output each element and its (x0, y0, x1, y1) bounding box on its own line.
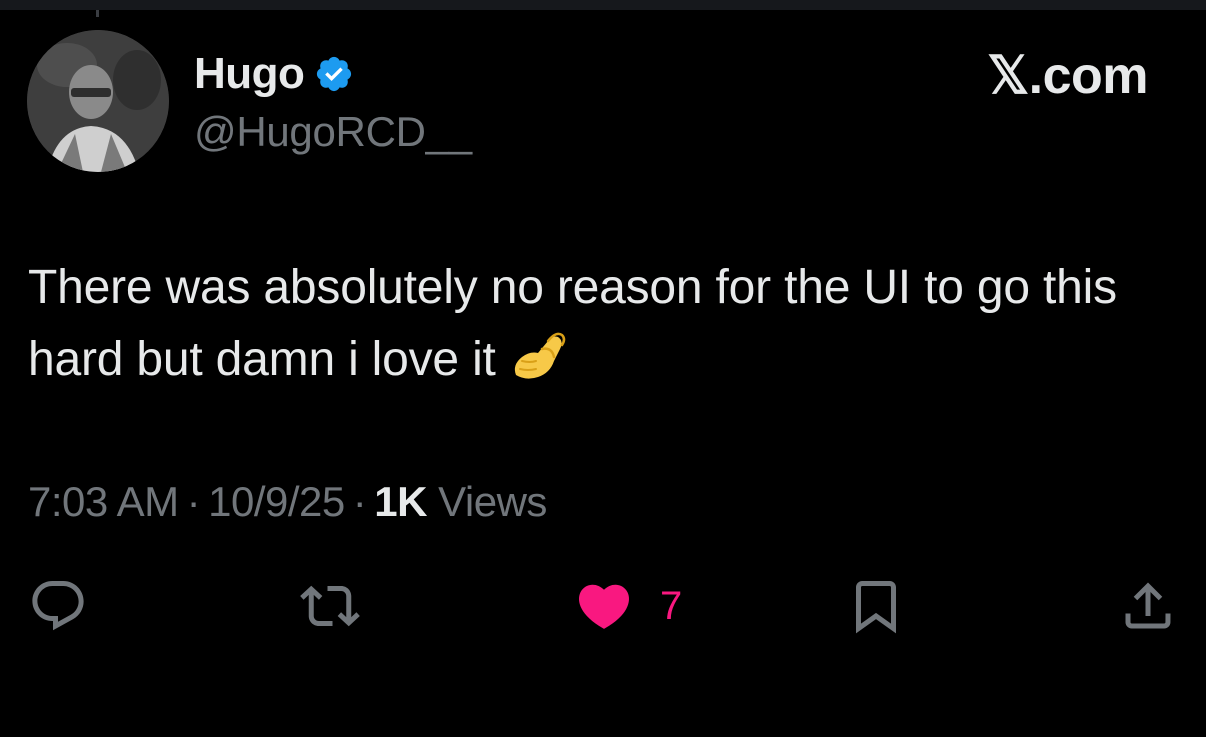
share-icon (1125, 582, 1171, 629)
share-button[interactable] (1118, 576, 1178, 636)
like-button[interactable]: 7 (574, 576, 682, 636)
author-name-row[interactable]: Hugo (194, 48, 354, 100)
tweet-meta: 7:03 AM · 10/9/25 · 1K Views (28, 478, 547, 526)
meta-separator: · (352, 478, 367, 525)
views-count[interactable]: 1K (374, 478, 427, 525)
reply-button[interactable] (28, 576, 88, 636)
tweet-date[interactable]: 10/9/25 (208, 478, 345, 525)
retweet-icon (300, 585, 360, 627)
bookmark-icon (856, 581, 896, 634)
verified-badge-icon[interactable] (314, 54, 354, 94)
tweet-body: There was absolutely no reason for the U… (28, 261, 1117, 386)
tweet-time[interactable]: 7:03 AM (28, 478, 179, 525)
retweet-button[interactable] (298, 576, 362, 636)
brand-label: 𝕏.com (987, 47, 1148, 105)
views-label[interactable]: Views (438, 478, 547, 525)
meta-separator: · (186, 478, 201, 525)
author-handle[interactable]: @HugoRCD__ (194, 108, 472, 156)
author-display-name[interactable]: Hugo (194, 49, 305, 99)
avatar[interactable] (27, 30, 169, 172)
like-count[interactable]: 7 (660, 584, 682, 629)
reply-icon (32, 581, 84, 631)
tweet-text: There was absolutely no reason for the U… (28, 252, 1178, 396)
bookmark-button[interactable] (846, 576, 906, 636)
profile-photo (27, 30, 169, 172)
heart-filled-icon (578, 584, 630, 629)
top-divider (0, 0, 1206, 10)
pinched-fingers-emoji (508, 327, 568, 383)
top-divider-mark (96, 10, 99, 17)
